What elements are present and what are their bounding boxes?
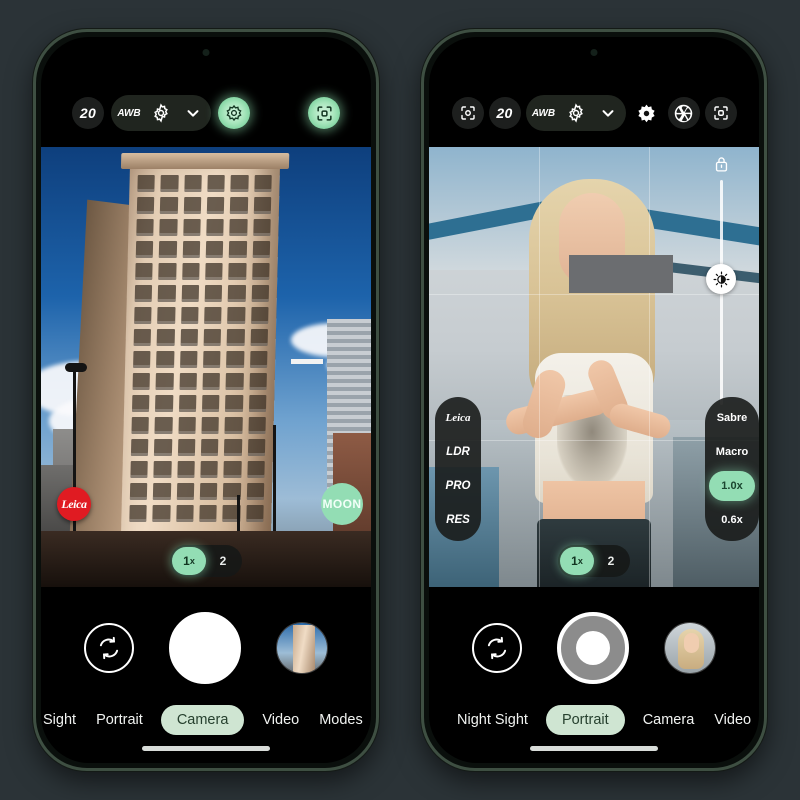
iso-count-chip[interactable]: 20 [72,97,104,129]
window-grid [128,175,272,571]
highlight-streak [291,359,323,364]
phone2-left-tool-strip: Leica LDR PRO RES [435,397,481,541]
exposure-knob[interactable] [706,264,736,294]
zoom-value: 1 [571,554,578,568]
tower-main-face [119,153,281,587]
phone2-zoom-pill: 1x 2 [558,545,630,577]
chevron-down-icon[interactable] [592,97,624,129]
flip-camera-icon[interactable] [84,623,135,673]
leica-badge-label: Leica [61,496,87,511]
portrait-subject [499,163,689,587]
white-balance-chip[interactable]: AWB [528,97,560,129]
exposure-track[interactable] [706,180,736,405]
home-indicator [530,746,658,751]
phone2-shutter-bar [429,605,759,691]
leica-badge[interactable]: Leica [57,487,91,521]
phone-right: 20 AWB Leica LDR PRO RES Sabre Macro 1.0… [421,29,767,771]
tool-ldr[interactable]: LDR [439,437,477,467]
phone2-wb-group: AWB [525,95,626,131]
gear-icon[interactable] [145,97,177,129]
shutter-button[interactable] [168,612,241,684]
tool-pro[interactable]: PRO [439,471,477,501]
white-balance-chip[interactable]: AWB [113,97,145,129]
mode-modes[interactable]: Modes [317,705,365,735]
mode-portrait[interactable]: Portrait [94,705,145,735]
screenshot-stage: 20 AWB Leica MOON 1 x 2 Sight Portrait C… [0,0,800,800]
phone2-right-lens-strip: Sabre Macro 1.0x 0.6x [705,397,759,541]
face-redaction-bar [569,255,673,293]
zoom-option-1x[interactable]: 1x [172,547,206,575]
zoom-option-2x[interactable]: 2 [594,547,628,575]
lens-sabre[interactable]: Sabre [709,403,755,433]
zoom-suffix: x [577,556,583,566]
mode-portrait[interactable]: Portrait [545,705,625,735]
gallery-thumbnail[interactable] [663,622,716,674]
mode-video[interactable]: Video [260,705,301,735]
phone2-mode-bar: Night Sight Portrait Camera Video [429,699,759,741]
leica-logo-item[interactable]: Leica [439,403,477,433]
phone2-viewfinder[interactable]: Leica LDR PRO RES Sabre Macro 1.0x 0.6x … [429,147,759,587]
phone1-wb-group: AWB [111,95,211,131]
exposure-slider[interactable] [699,155,743,405]
lens-macro[interactable]: Macro [709,437,755,467]
shutter-button[interactable] [556,612,629,684]
phone2-top-control-bar: 20 AWB [429,93,759,133]
iso-count-chip[interactable]: 20 [488,97,521,129]
lens-0-6x[interactable]: 0.6x [709,505,755,535]
gear-icon[interactable] [560,97,592,129]
phone1-zoom-pill: 1x 2 [170,545,242,577]
phone-right-screen: 20 AWB Leica LDR PRO RES Sabre Macro 1.0… [429,37,759,763]
lens-1-0x[interactable]: 1.0x [709,471,755,501]
filter-flower-icon[interactable] [218,97,250,129]
home-indicator [142,746,270,751]
street-lamp-head [65,363,87,372]
scan-focus-left-icon[interactable] [451,97,484,129]
phone1-shutter-bar [41,605,371,691]
mode-camera[interactable]: Camera [641,705,697,735]
zoom-value: 2 [219,554,227,568]
filter-flower-icon[interactable] [631,97,663,129]
phone1-viewfinder[interactable]: Leica MOON 1x 2 [41,147,371,587]
leica-logo-label: Leica [445,412,471,424]
zoom-option-2x[interactable]: 2 [206,547,240,575]
aperture-icon[interactable] [667,97,700,129]
scan-focus-right-icon[interactable] [704,97,737,129]
mode-night-sight[interactable]: Sight [41,705,78,735]
zoom-value: 2 [607,554,615,568]
phone1-mode-bar: Sight Portrait Camera Video Modes [41,699,371,741]
phone-left-screen: 20 AWB Leica MOON 1 x 2 Sight Portrait C… [41,37,371,763]
notch [520,37,668,65]
moon-badge[interactable]: MOON [321,483,363,525]
mode-night-sight[interactable]: Night Sight [455,705,530,735]
notch [132,37,280,65]
mode-video[interactable]: Video [712,705,753,735]
ae-lock-icon[interactable] [713,155,730,174]
scan-focus-icon[interactable] [308,97,340,129]
phone1-top-control-bar: 20 AWB [41,93,371,133]
phone-left: 20 AWB Leica MOON 1 x 2 Sight Portrait C… [33,29,379,771]
gallery-thumbnail[interactable] [275,622,328,674]
mode-camera[interactable]: Camera [160,705,245,735]
chevron-down-icon[interactable] [177,97,209,129]
zoom-option-1x[interactable]: 1x [560,547,594,575]
flip-camera-icon[interactable] [472,623,523,673]
tool-res[interactable]: RES [439,505,477,535]
zoom-suffix: x [189,556,195,566]
zoom-value: 1 [183,554,190,568]
